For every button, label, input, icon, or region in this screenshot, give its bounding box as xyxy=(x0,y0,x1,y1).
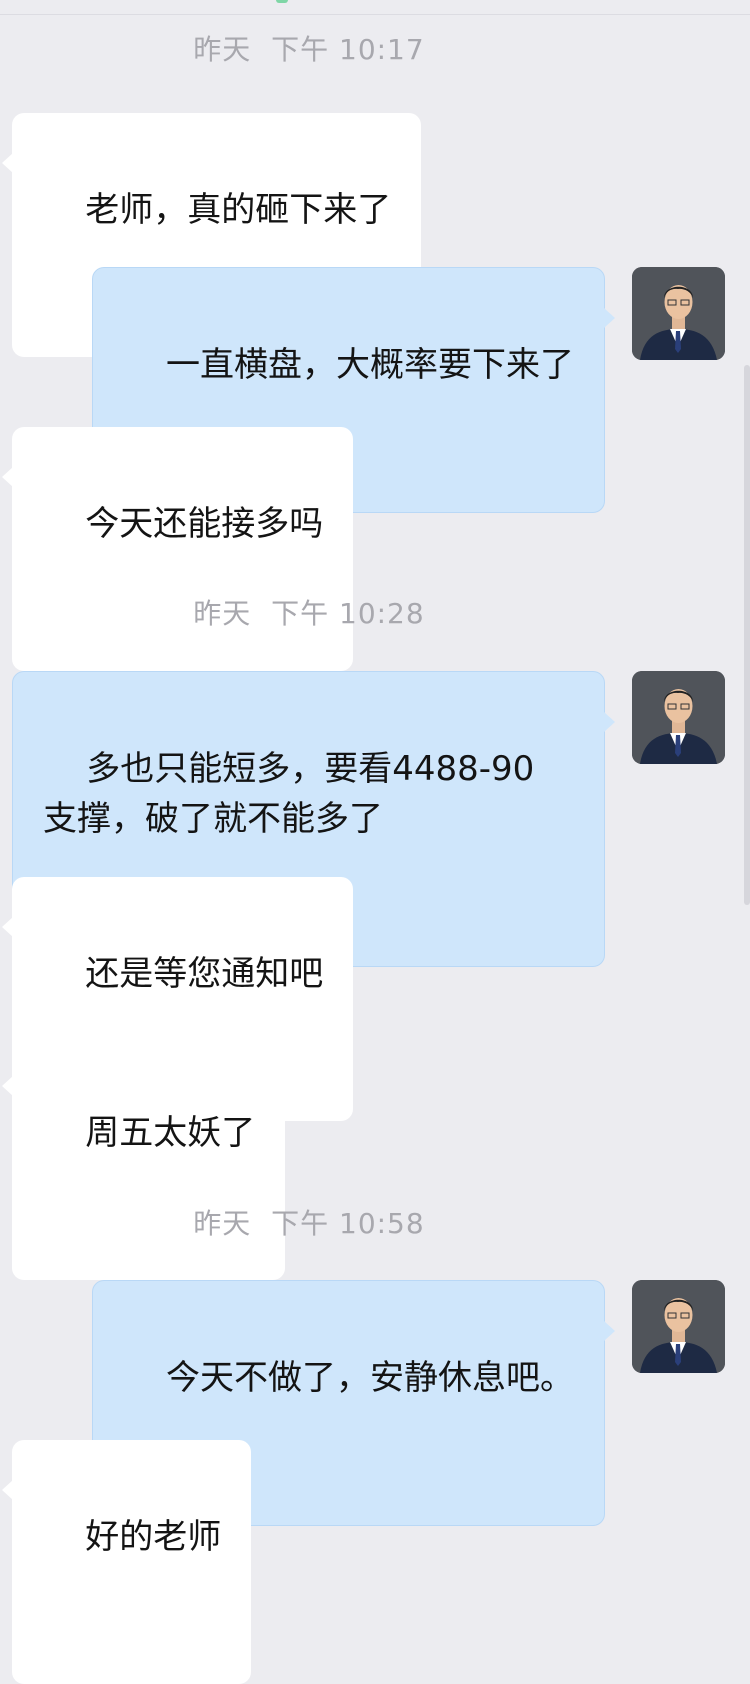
bubble-tail xyxy=(2,917,13,937)
bubble-tail xyxy=(604,308,615,328)
message-incoming[interactable]: 今天还能接多吗 xyxy=(2,427,354,671)
scrollbar[interactable] xyxy=(744,365,750,905)
top-indicator xyxy=(276,0,288,3)
message-text: 还是等您通知吧 xyxy=(85,954,324,994)
teacher-avatar[interactable] xyxy=(632,267,725,360)
bubble-tail xyxy=(2,1076,13,1096)
message-text: 周五太妖了 xyxy=(85,1113,256,1153)
timestamp: 昨天 下午 10:17 xyxy=(193,33,425,66)
message-text: 好的老师 xyxy=(85,1517,222,1557)
bubble-tail xyxy=(604,1321,615,1341)
bubble-tail xyxy=(2,467,13,487)
bubble-tail xyxy=(2,1480,13,1500)
teacher-avatar[interactable] xyxy=(632,1280,725,1373)
timestamp: 昨天 下午 10:28 xyxy=(193,597,425,630)
top-divider xyxy=(0,14,750,15)
bubble-tail xyxy=(604,712,615,732)
message-text: 一直横盘，大概率要下来了 xyxy=(166,345,574,385)
message-incoming[interactable]: 周五太妖了 xyxy=(2,1036,286,1280)
teacher-avatar[interactable] xyxy=(632,671,725,764)
message-incoming[interactable]: 好的老师 xyxy=(2,1440,252,1684)
person-icon xyxy=(632,1280,725,1373)
message-text: 今天不做了，安静休息吧。 xyxy=(166,1358,574,1398)
message-text: 老师，真的砸下来了 xyxy=(85,190,392,230)
message-text: 今天还能接多吗 xyxy=(85,504,324,544)
message-text: 多也只能短多，要看4488-90 支撑，破了就不能多了 xyxy=(43,749,535,839)
person-icon xyxy=(632,671,725,764)
timestamp: 昨天 下午 10:58 xyxy=(193,1207,425,1240)
person-icon xyxy=(632,267,725,360)
bubble-tail xyxy=(2,153,13,173)
